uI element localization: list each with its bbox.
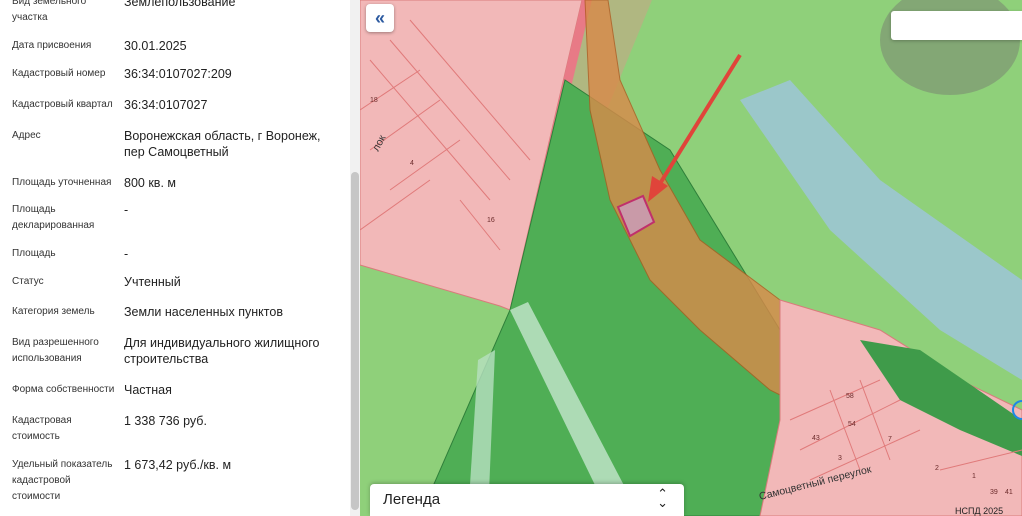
info-label: Удельный показатель кадастровой стоимост…	[12, 459, 113, 502]
info-value: Для индивидуального жилищного строительс…	[124, 336, 320, 366]
house-number: 18	[370, 97, 378, 104]
house-number: 16	[487, 217, 495, 224]
info-label: Кадастровая стоимость	[12, 415, 72, 442]
info-label: Дата присвоения	[12, 40, 92, 51]
house-number: 41	[1005, 489, 1013, 496]
info-label: Статус	[12, 276, 44, 287]
panel-scrollbar-thumb[interactable]	[351, 172, 359, 510]
info-value: Землепользование	[124, 0, 236, 9]
info-value: 36:34:0107027:209	[124, 67, 232, 81]
house-number: 7	[888, 436, 892, 443]
info-value: 30.01.2025	[124, 39, 187, 53]
info-value: 1 673,42 руб./кв. м	[124, 458, 232, 472]
info-label: Кадастровый квартал	[12, 99, 113, 110]
info-value: Учтенный	[124, 275, 181, 289]
info-value: Воронежская область, г Воронеж, пер Само…	[124, 129, 321, 159]
info-label: Категория земель	[12, 306, 95, 317]
info-label: Площадь уточненная	[12, 177, 112, 188]
house-number: 4	[410, 160, 414, 167]
info-value: 1 338 736 руб.	[124, 414, 207, 428]
info-label: Вид разрешенного использования	[12, 337, 99, 364]
map-view[interactable]: 18 4 16 58 54 7 43 3 2 1 39 41 Самоцветн…	[360, 0, 1022, 516]
house-number: 43	[812, 435, 820, 442]
info-value: Частная	[124, 383, 172, 397]
collapse-panel-button[interactable]: «	[366, 4, 394, 32]
info-label: Адрес	[12, 130, 41, 141]
info-value: Земли населенных пунктов	[124, 305, 283, 319]
legend-label: Легенда	[383, 491, 441, 508]
legend-bar[interactable]: Легенда ⌃ ⌄	[370, 484, 684, 516]
house-number: 54	[848, 421, 856, 428]
map-canvas[interactable]: 18 4 16 58 54 7 43 3 2 1 39 41 Самоцветн…	[360, 0, 1022, 516]
double-chevron-left-icon: «	[374, 7, 385, 28]
chevron-up-down-icon[interactable]: ⌃ ⌄	[657, 487, 668, 509]
info-label: Вид земельного участка	[12, 0, 87, 23]
map-search-box[interactable]	[891, 11, 1022, 40]
house-number: 39	[990, 489, 998, 496]
info-label: Форма собственности	[12, 384, 115, 395]
house-number: 1	[972, 473, 976, 480]
info-value: -	[124, 247, 129, 261]
info-value: 800 кв. м	[124, 176, 176, 190]
house-number: 58	[846, 393, 854, 400]
info-value: -	[124, 203, 129, 217]
info-label: Площадь декларированная	[12, 204, 95, 231]
house-number: 2	[935, 465, 939, 472]
map-copyright: НСПД 2025	[955, 506, 1004, 516]
info-label: Площадь	[12, 248, 56, 259]
info-value: 36:34:0107027	[124, 98, 208, 112]
info-label: Кадастровый номер	[12, 68, 106, 79]
info-panel: Вид земельного участка Землепользование …	[0, 0, 352, 516]
house-number: 3	[838, 455, 842, 462]
